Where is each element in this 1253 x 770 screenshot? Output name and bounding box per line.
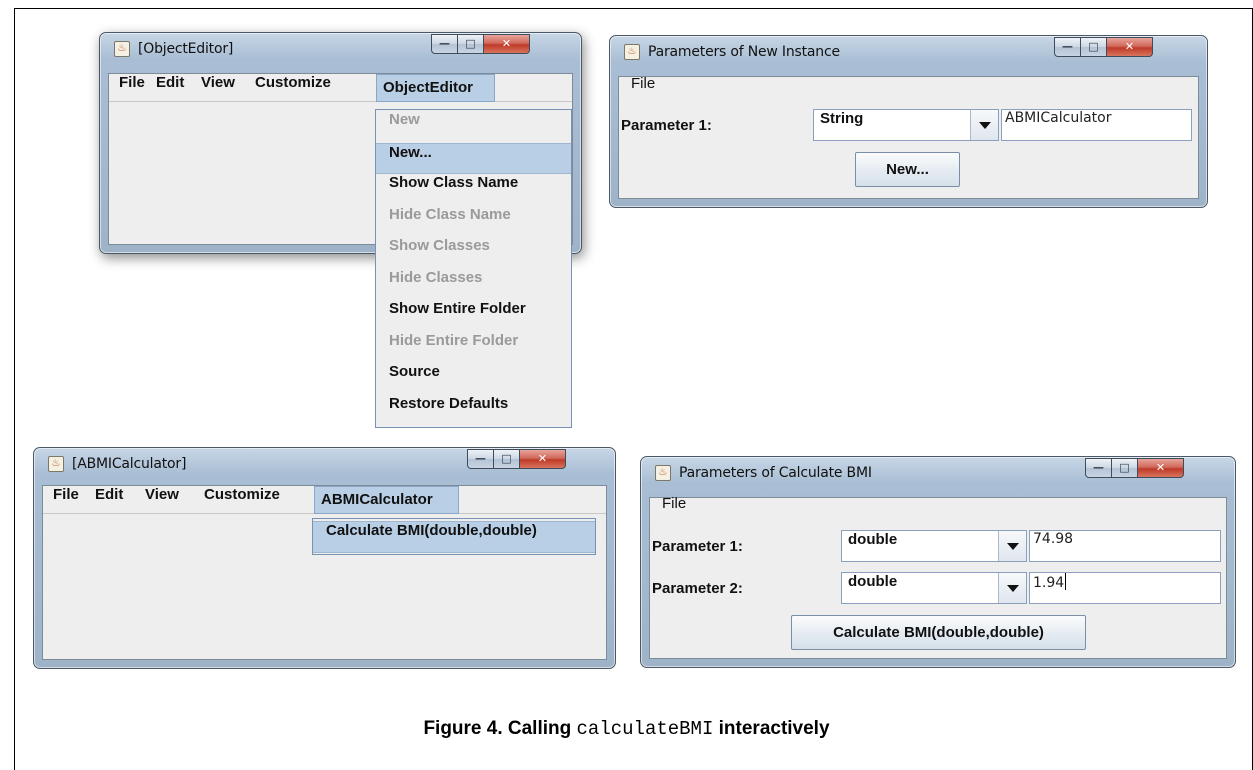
calc-bmi-titlebar[interactable]: ♨ Parameters of Calculate BMI — □ ✕ xyxy=(641,457,1235,487)
parameter-2-type-select[interactable]: double xyxy=(841,572,1027,604)
menu-item-show-entire-folder[interactable]: Show Entire Folder xyxy=(376,300,571,332)
abmi-client: File Edit View Customize ABMICalculator xyxy=(42,485,607,660)
menu-file[interactable]: File xyxy=(47,486,85,514)
calculate-bmi-button[interactable]: Calculate BMI(double,double) xyxy=(791,615,1086,650)
parameter-2-label: Parameter 2: xyxy=(652,580,743,597)
parameter-1-value-input[interactable]: ABMICalculator xyxy=(1001,109,1192,141)
parameter-1-type-select[interactable]: String xyxy=(813,109,999,141)
abmi-titlebar[interactable]: ♨ [ABMICalculator] — □ ✕ xyxy=(34,448,615,478)
close-icon[interactable]: ✕ xyxy=(1107,37,1153,57)
caption-suffix: interactively xyxy=(718,718,830,739)
parameter-1-label: Parameter 1: xyxy=(652,538,743,555)
parameter-1-type-select[interactable]: double xyxy=(841,530,1027,562)
menu-item-hide-class-name: Hide Class Name xyxy=(389,205,511,223)
menu-item-source[interactable]: Source xyxy=(376,363,571,395)
maximize-icon[interactable]: □ xyxy=(1081,37,1107,57)
window-title: Parameters of New Instance xyxy=(648,44,840,60)
menu-view[interactable]: View xyxy=(195,74,241,102)
java-app-icon: ♨ xyxy=(655,465,671,481)
parameter-2-value-text: 1.94 xyxy=(1033,575,1065,591)
menu-item-new-dialog[interactable]: New... xyxy=(376,142,571,174)
close-icon[interactable]: ✕ xyxy=(520,449,566,469)
window-title: [ObjectEditor] xyxy=(138,41,234,57)
menu-file[interactable]: File xyxy=(113,74,151,102)
object-editor-titlebar[interactable]: ♨ [ObjectEditor] — □ ✕ xyxy=(100,33,581,63)
menu-item-restore-defaults[interactable]: Restore Defaults xyxy=(376,395,571,427)
java-app-icon: ♨ xyxy=(48,456,64,472)
calculate-bmi-window: ♨ Parameters of Calculate BMI — □ ✕ File… xyxy=(640,456,1236,668)
menu-view[interactable]: View xyxy=(139,486,185,514)
menu-abmicalculator[interactable]: ABMICalculator xyxy=(314,486,459,514)
java-app-icon: ♨ xyxy=(114,41,130,57)
menu-edit[interactable]: Edit xyxy=(89,486,129,514)
new-instance-titlebar[interactable]: ♨ Parameters of New Instance — □ ✕ xyxy=(610,36,1207,66)
calc-bmi-client: File Parameter 1: double 74.98 Parameter… xyxy=(649,495,1227,659)
type-value: String xyxy=(820,110,864,127)
abmi-calculator-window: ♨ [ABMICalculator] — □ ✕ File Edit View … xyxy=(33,447,616,669)
menu-objecteditor[interactable]: ObjectEditor xyxy=(376,74,495,102)
parameter-1-label: Parameter 1: xyxy=(621,117,712,134)
new-instance-client: File Parameter 1: String ABMICalculator … xyxy=(618,75,1199,199)
maximize-icon[interactable]: □ xyxy=(1112,458,1138,478)
minimize-icon[interactable]: — xyxy=(431,34,458,54)
minimize-icon[interactable]: — xyxy=(1085,458,1112,478)
type-value: double xyxy=(848,573,898,590)
menubar: File Edit View Customize ObjectEditor xyxy=(109,74,572,102)
menu-item-hide-entire-folder: Hide Entire Folder xyxy=(389,331,519,349)
menubar: File Edit View Customize ABMICalculator xyxy=(43,486,606,514)
menu-customize[interactable]: Customize xyxy=(198,486,286,514)
minimize-icon[interactable]: — xyxy=(1054,37,1081,57)
menu-item-hide-classes: Hide Classes xyxy=(389,268,483,286)
caption-prefix: Figure 4. Calling xyxy=(423,718,572,739)
close-icon[interactable]: ✕ xyxy=(484,34,530,54)
caption-code: calculateBMI xyxy=(576,718,714,740)
abmi-menu-popup: Calculate BMI(double,double) xyxy=(312,518,596,555)
menu-file[interactable]: File xyxy=(656,495,692,523)
figure-caption: Figure 4. Calling calculateBMI interacti… xyxy=(0,718,1253,740)
menu-item-new: New xyxy=(389,111,420,128)
type-value: double xyxy=(848,531,898,548)
minimize-icon[interactable]: — xyxy=(467,449,494,469)
chevron-down-icon[interactable] xyxy=(970,110,998,140)
menu-item-show-class-name[interactable]: Show Class Name xyxy=(376,174,571,206)
window-title: Parameters of Calculate BMI xyxy=(679,465,872,481)
close-icon[interactable]: ✕ xyxy=(1138,458,1184,478)
objecteditor-menu-popup: New New... Show Class Name Hide Class Na… xyxy=(375,109,572,428)
new-instance-window: ♨ Parameters of New Instance — □ ✕ File … xyxy=(609,35,1208,208)
java-app-icon: ♨ xyxy=(624,44,640,60)
menu-edit[interactable]: Edit xyxy=(150,74,190,102)
menu-file[interactable]: File xyxy=(625,75,661,103)
parameter-2-value-input[interactable]: 1.94 xyxy=(1029,572,1221,604)
maximize-icon[interactable]: □ xyxy=(458,34,484,54)
text-caret xyxy=(1065,573,1067,590)
chevron-down-icon[interactable] xyxy=(998,573,1026,603)
menu-item-calculate-bmi[interactable]: Calculate BMI(double,double) xyxy=(313,521,595,553)
new-button[interactable]: New... xyxy=(855,152,960,187)
window-title: [ABMICalculator] xyxy=(72,456,187,472)
menu-customize[interactable]: Customize xyxy=(249,74,337,102)
menu-item-show-classes: Show Classes xyxy=(389,237,490,254)
maximize-icon[interactable]: □ xyxy=(494,449,520,469)
parameter-1-value-input[interactable]: 74.98 xyxy=(1029,530,1221,562)
chevron-down-icon[interactable] xyxy=(998,531,1026,561)
